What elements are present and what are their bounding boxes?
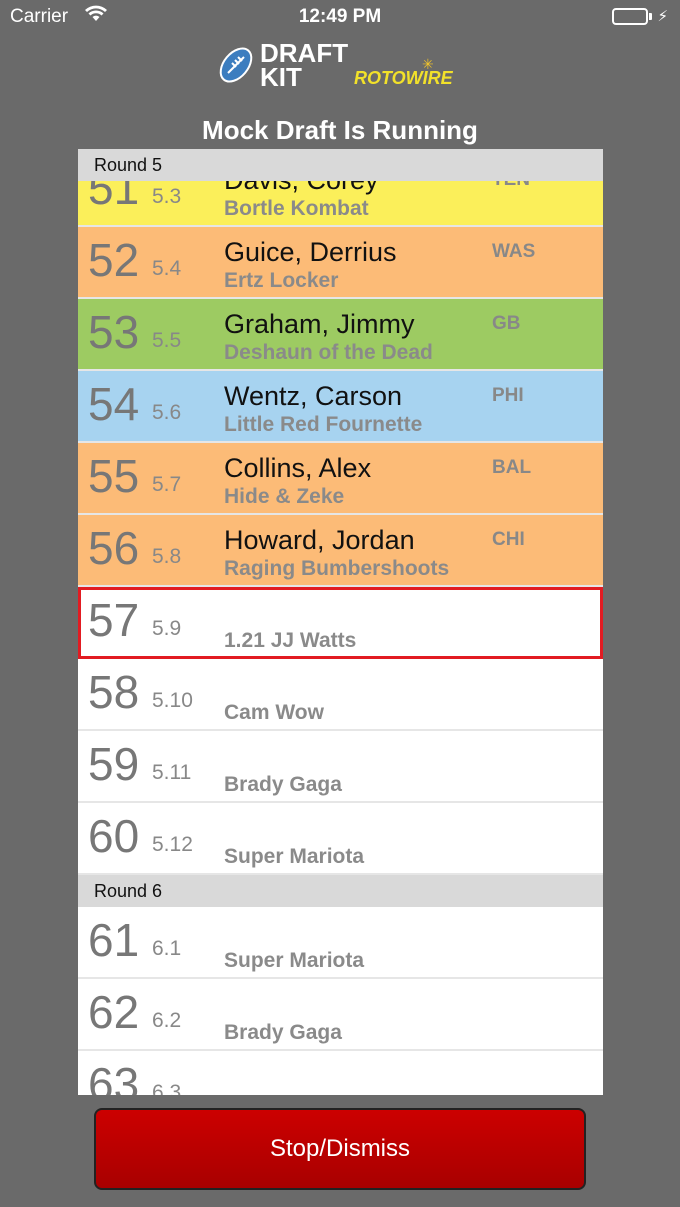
fantasy-team-name: Super Mariota	[224, 949, 365, 972]
draft-pick-list[interactable]: Round 551 5.3 Davis, CoreyBortle Kombat TEN…	[78, 149, 603, 1095]
pick-number: 52	[88, 234, 140, 286]
pick-number: 54	[88, 378, 140, 430]
charging-icon: ⚡	[657, 8, 668, 25]
nfl-team-abbr: TEN	[492, 181, 530, 191]
page-title: Mock Draft Is Running	[202, 115, 478, 145]
fantasy-team-name: Little Red Fournette	[224, 413, 423, 436]
fantasy-team-name: Deshaun of the Dead	[224, 341, 433, 364]
pick-round-slot: 5.8	[152, 545, 182, 568]
fantasy-team-name: Brady Gaga	[224, 1021, 342, 1044]
pick-number: 56	[88, 522, 140, 574]
battery-icon: ⚡	[612, 7, 668, 25]
pick-number: 60	[88, 810, 140, 862]
pick-row[interactable]: 52 5.4 Guice, Derrius Ertz Locker WAS	[78, 227, 603, 299]
player-name: Howard, Jordan	[224, 525, 415, 555]
pick-number: 55	[88, 450, 140, 502]
player-name: Davis, Corey	[224, 181, 379, 196]
pick-number: 53	[88, 306, 140, 358]
pick-round-slot: 5.6	[152, 401, 182, 424]
stop-dismiss-button[interactable]: Stop/Dismiss	[94, 1108, 586, 1190]
pick-number: 57	[88, 594, 140, 646]
nfl-team-abbr: WAS	[492, 241, 536, 262]
pick-number: 63	[88, 1058, 140, 1095]
pick-round-slot: 5.7	[152, 473, 182, 496]
pick-round-slot: 6.1	[152, 937, 182, 960]
fantasy-team-name: Raging Bumbershoots	[224, 557, 450, 580]
pick-row[interactable]: 56 5.8 Howard, Jordan Raging Bumbershoots CH…	[78, 515, 603, 587]
nfl-team-abbr: PHI	[492, 385, 524, 406]
player-name: Graham, Jimmy	[224, 309, 415, 339]
pick-number: 58	[88, 666, 140, 718]
fantasy-team-name: Brady Gaga	[224, 773, 342, 796]
fantasy-team-name: Cam Wow	[224, 701, 324, 724]
pick-number: 59	[88, 738, 140, 790]
pick-round-slot: 5.4	[152, 257, 182, 280]
pick-row[interactable]: 59 5.11 Brady Gaga	[78, 731, 603, 803]
round-header: Round 5	[78, 149, 603, 181]
pick-round-slot: 5.5	[152, 329, 182, 352]
pick-row[interactable]: 61 6.1 Super Mariota	[78, 907, 603, 979]
pick-row[interactable]: 60 5.12 Super Mariota	[78, 803, 603, 875]
rotowire-logo-text: ROTOWIRE	[354, 68, 453, 88]
pick-row[interactable]: 58 5.10 Cam Wow	[78, 659, 603, 731]
round-header: Round 6	[78, 875, 603, 907]
fantasy-team-name: Bortle Kombat	[224, 197, 369, 220]
pick-round-slot: 6.3	[152, 1081, 182, 1095]
fantasy-team-name: Ertz Locker	[224, 269, 339, 292]
pick-round-slot: 5.12	[152, 833, 193, 856]
pick-row[interactable]: 63 6.3	[78, 1051, 603, 1095]
pick-row[interactable]: 53 5.5 Graham, Jimmy Deshaun of the Dead GB	[78, 299, 603, 371]
current-pick-row[interactable]: 57 5.9 1.21 JJ Watts	[78, 587, 603, 659]
pick-number: 61	[88, 914, 140, 966]
fantasy-team-name: Hide & Zeke	[224, 485, 345, 508]
fantasy-team-name: Super Mariota	[224, 845, 365, 868]
status-bar: Carrier 12:49 PM ⚡	[0, 0, 680, 34]
player-name: Collins, Alex	[224, 453, 372, 483]
pick-row[interactable]: 62 6.2 Brady Gaga	[78, 979, 603, 1051]
pick-round-slot: 5.9	[152, 617, 182, 640]
pick-round-slot: 6.2	[152, 1009, 182, 1032]
pick-row[interactable]: 51 5.3 Davis, CoreyBortle Kombat TEN	[78, 181, 603, 227]
status-time: 12:49 PM	[298, 6, 382, 27]
pick-row[interactable]: 55 5.7 Collins, Alex Hide & Zeke BAL	[78, 443, 603, 515]
pick-number: 62	[88, 986, 140, 1038]
nfl-team-abbr: CHI	[492, 529, 525, 550]
nfl-team-abbr: GB	[492, 313, 521, 334]
pick-number: 51	[88, 181, 140, 214]
nfl-team-abbr: BAL	[492, 457, 532, 478]
football-icon	[216, 44, 256, 91]
player-name: Guice, Derrius	[224, 237, 397, 267]
player-name: Wentz, Carson	[224, 381, 403, 411]
draft-kit-logo: DRAFT KIT ✳ ROTOWIRE	[216, 40, 466, 92]
pick-round-slot: 5.3	[152, 185, 182, 208]
pick-row[interactable]: 54 5.6 Wentz, Carson Little Red Fournette PH…	[78, 371, 603, 443]
fantasy-team-name: 1.21 JJ Watts	[224, 629, 357, 652]
pick-round-slot: 5.11	[152, 761, 192, 784]
logo-kit-text: KIT	[260, 62, 302, 92]
pick-round-slot: 5.10	[152, 689, 193, 712]
